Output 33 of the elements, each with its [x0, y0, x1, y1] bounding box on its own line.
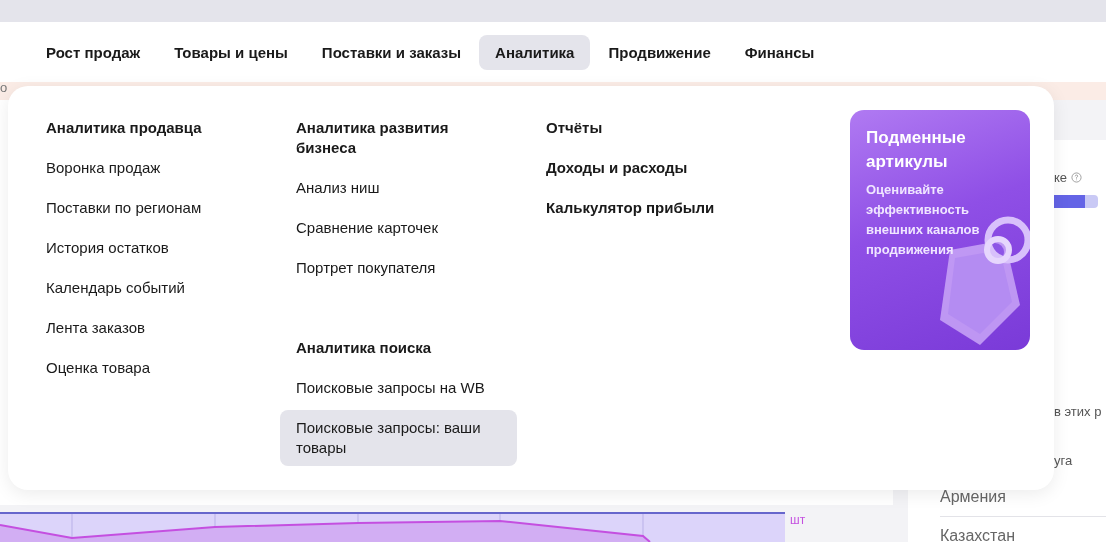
menu-heading[interactable]: Калькулятор прибыли: [546, 198, 751, 218]
menu-item[interactable]: Поисковые запросы: ваши товары: [280, 410, 517, 466]
text-fragment: в этих р: [1054, 404, 1103, 419]
menu-item[interactable]: Поставки по регионам: [46, 198, 251, 218]
menu-heading[interactable]: Отчёты: [546, 118, 751, 138]
country-name: Казахстан: [940, 517, 1106, 542]
promo-card[interactable]: Подменные артикулы Оценивайте эффективность внешних каналов продвижения: [850, 110, 1030, 350]
nav-tab[interactable]: Продвижение: [592, 34, 727, 70]
menu-item[interactable]: Портрет покупателя: [296, 258, 501, 278]
menu-item[interactable]: Календарь событий: [46, 278, 251, 298]
menu-item[interactable]: Оценка товара: [46, 358, 251, 378]
menu-item[interactable]: Поисковые запросы на WB: [296, 378, 501, 398]
text-fragment: о: [0, 80, 9, 96]
menu-heading[interactable]: Доходы и расходы: [546, 158, 751, 178]
menu-item[interactable]: Анализ ниш: [296, 178, 501, 198]
text-fragment: уга: [1054, 453, 1074, 468]
menu-item[interactable]: Воронка продаж: [46, 158, 251, 178]
nav-tab[interactable]: Аналитика: [479, 34, 591, 70]
text-fragment: ке: [1054, 170, 1068, 185]
nav-tab[interactable]: Поставки и заказы: [305, 34, 478, 70]
help-icon[interactable]: [1071, 172, 1083, 183]
menu-item[interactable]: История остатков: [46, 238, 251, 258]
menu-heading[interactable]: Аналитика развития бизнеса: [296, 118, 501, 158]
nav-tab[interactable]: Рост продаж: [30, 34, 157, 70]
nav-tab[interactable]: Товары и цены: [158, 34, 304, 70]
unit-label: шт: [790, 513, 806, 527]
menu-heading[interactable]: Аналитика поиска: [296, 338, 501, 358]
menu-item[interactable]: Лента заказов: [46, 318, 251, 338]
menu-heading[interactable]: Аналитика продавца: [46, 118, 251, 138]
promo-text: Оценивайте эффективность внешних каналов продвижения: [866, 181, 981, 259]
promo-title: Подменные артикулы: [866, 127, 967, 173]
nav-tab[interactable]: Финансы: [728, 34, 831, 70]
menu-item[interactable]: Сравнение карточек: [296, 218, 501, 238]
